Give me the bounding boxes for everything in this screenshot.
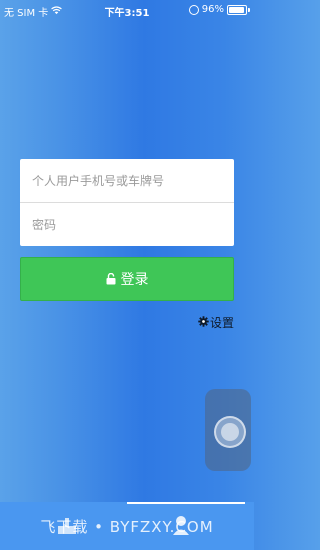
status-right: 96% xyxy=(188,4,250,15)
battery-icon xyxy=(227,4,247,15)
bottom-indicator-line xyxy=(127,502,245,504)
login-button[interactable]: 登录 xyxy=(20,257,234,301)
watermark-text: 飞下载 • BYFZXY.COM xyxy=(40,518,214,536)
gear-icon xyxy=(198,315,209,330)
assistive-core xyxy=(221,423,239,441)
assistive-touch-icon xyxy=(214,416,246,448)
status-bar: 无 SIM 卡 下午3:51 96% xyxy=(0,0,254,20)
lock-icon xyxy=(106,273,116,285)
battery-cap xyxy=(248,7,250,12)
login-label: 登录 xyxy=(120,272,149,288)
phone-or-plate-input[interactable] xyxy=(20,159,234,202)
battery-fill xyxy=(229,6,245,13)
password-input[interactable] xyxy=(20,203,234,246)
rotation-lock-icon xyxy=(188,4,199,15)
login-form xyxy=(20,159,234,246)
settings-link[interactable]: 设置 xyxy=(198,314,234,331)
settings-label: 设置 xyxy=(209,316,234,330)
assistive-touch-button[interactable] xyxy=(205,389,251,471)
battery-percent: 96% xyxy=(201,4,224,15)
